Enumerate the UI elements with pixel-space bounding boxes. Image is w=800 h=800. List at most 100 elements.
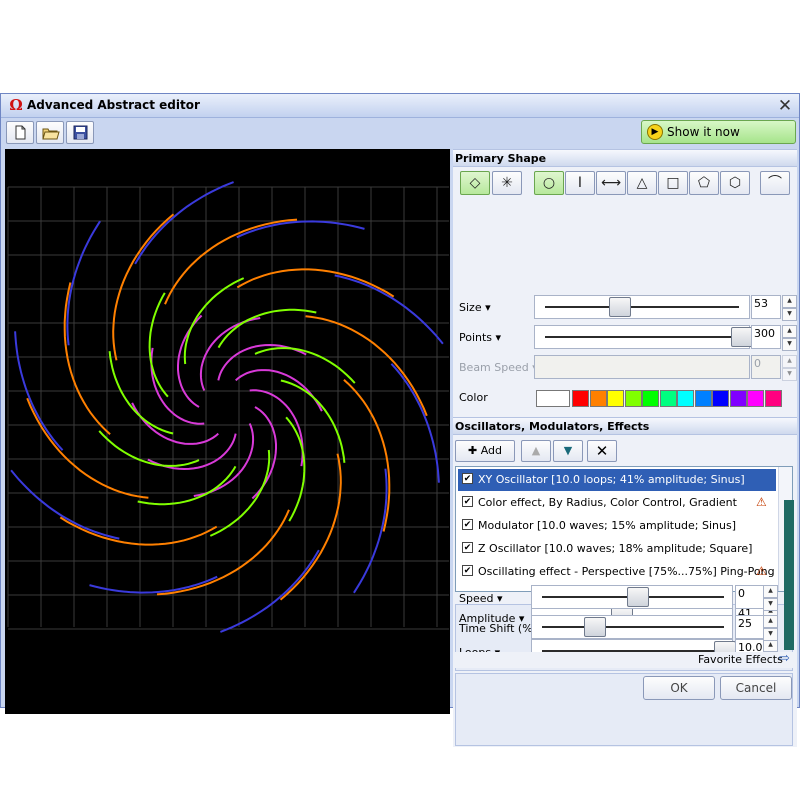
points-value-field[interactable]: 300 xyxy=(751,325,781,349)
points-label[interactable]: Points ▾ xyxy=(459,331,501,344)
effect-label: Z Oscillator [10.0 waves; 18% amplitude;… xyxy=(478,542,753,555)
time-shift-value-field[interactable]: 25 xyxy=(735,615,765,639)
new-button[interactable] xyxy=(6,121,34,144)
ok-button[interactable]: OK xyxy=(643,676,715,700)
effect-enabled-checkbox[interactable]: ✔ xyxy=(462,519,473,530)
favorite-effects-bar[interactable]: Favorite Effects ⇨ xyxy=(453,651,797,668)
pattern-arc xyxy=(112,213,175,361)
pattern-arc xyxy=(10,469,120,540)
size-slider-thumb[interactable] xyxy=(608,297,631,317)
pattern-arc xyxy=(156,509,290,596)
shape-pentagon-button[interactable]: ⬠ xyxy=(689,171,719,195)
shape-square-button[interactable]: □ xyxy=(658,171,688,195)
shape-vertical-line-button[interactable]: I xyxy=(565,171,595,195)
close-button[interactable]: ✕ xyxy=(775,96,795,116)
color-swatch[interactable] xyxy=(589,390,607,407)
add-effect-button[interactable]: ✚ Add xyxy=(455,440,515,462)
pattern-arc xyxy=(164,218,298,305)
show-it-now-label: Show it now xyxy=(667,125,740,139)
effect-enabled-checkbox[interactable]: ✔ xyxy=(462,565,473,576)
shape-triangle-button[interactable]: △ xyxy=(627,171,657,195)
effect-list-item[interactable]: ✔ XY Oscillator [10.0 loops; 41% amplitud… xyxy=(458,469,776,491)
shape-horizontal-line-button[interactable]: ⟷ xyxy=(596,171,626,195)
delete-effect-button[interactable]: ✕ xyxy=(587,440,617,462)
color-swatch[interactable] xyxy=(677,390,694,407)
speed-slider[interactable] xyxy=(531,585,733,609)
shape-hexagon-button[interactable]: ⬡ xyxy=(720,171,750,195)
outline-mode-button[interactable]: ◇ xyxy=(460,171,490,195)
preview-pattern xyxy=(10,181,444,633)
new-file-icon xyxy=(15,125,26,140)
size-slider[interactable] xyxy=(534,295,750,319)
save-button[interactable] xyxy=(66,121,94,144)
selected-color-swatch[interactable] xyxy=(536,390,570,407)
color-swatch[interactable] xyxy=(607,390,624,407)
color-swatch[interactable] xyxy=(764,390,782,407)
title-bar: Ω Advanced Abstract editor ✕ xyxy=(1,94,799,118)
params-scrollbar[interactable] xyxy=(784,500,794,650)
play-icon: ▶ xyxy=(647,124,663,140)
spin-up-icon: ▲ xyxy=(763,615,778,628)
speed-spinner[interactable]: ▲ ▼ xyxy=(763,585,778,611)
preview-canvas[interactable] xyxy=(5,149,450,714)
open-folder-icon xyxy=(42,128,60,140)
star-mode-button[interactable]: ✳ xyxy=(492,171,522,195)
open-button[interactable] xyxy=(36,121,64,144)
color-swatch[interactable] xyxy=(712,390,729,407)
speed-slider-thumb[interactable] xyxy=(627,587,649,607)
delete-icon: ✕ xyxy=(595,442,609,460)
spin-up-icon: ▲ xyxy=(763,585,778,598)
effect-label: Modulator [10.0 waves; 15% amplitude; Si… xyxy=(478,519,737,532)
effect-list-item[interactable]: ✔ Modulator [10.0 waves; 15% amplitude; S… xyxy=(458,515,776,537)
pattern-arc xyxy=(217,308,317,349)
pattern-arc xyxy=(26,397,149,499)
favorite-effects-icon[interactable]: ⇨ xyxy=(779,651,790,666)
effect-enabled-checkbox[interactable]: ✔ xyxy=(462,473,473,484)
color-swatch[interactable] xyxy=(624,390,642,407)
warning-icon: ⚠ xyxy=(756,564,767,578)
show-it-now-button[interactable]: ▶ Show it now xyxy=(641,120,796,144)
pattern-arc xyxy=(131,402,219,445)
effect-label: Color effect, By Radius, Color Control, … xyxy=(478,496,737,509)
color-swatch[interactable] xyxy=(694,390,712,407)
move-down-button[interactable]: ▼ xyxy=(553,440,583,462)
window-title: Advanced Abstract editor xyxy=(27,98,200,112)
speed-label[interactable]: Speed ▾ xyxy=(459,592,503,605)
effects-list[interactable]: ✔ XY Oscillator [10.0 loops; 41% amplitud… xyxy=(455,466,793,592)
time-shift-spinner[interactable]: ▲ ▼ xyxy=(763,615,778,641)
editor-window: Ω Advanced Abstract editor ✕ ▶ Show it n… xyxy=(0,93,800,747)
effect-list-item[interactable]: ✔ Color effect, By Radius, Color Control,… xyxy=(458,492,776,514)
size-label[interactable]: Size ▾ xyxy=(459,301,491,314)
effect-enabled-checkbox[interactable]: ✔ xyxy=(462,496,473,507)
primary-shape-header: Primary Shape xyxy=(453,149,797,167)
effect-list-item[interactable]: ✔ Oscillating effect - Perspective [75%..… xyxy=(458,561,776,583)
cancel-button[interactable]: Cancel xyxy=(720,676,792,700)
effect-enabled-checkbox[interactable]: ✔ xyxy=(462,542,473,553)
shape-circle-button[interactable]: ○ xyxy=(534,171,564,195)
effect-list-item[interactable]: ✔ Z Oscillator [10.0 waves; 18% amplitude… xyxy=(458,538,776,560)
move-up-button[interactable]: ▲ xyxy=(521,440,551,462)
color-swatch[interactable] xyxy=(729,390,747,407)
pattern-arc xyxy=(199,317,261,391)
pattern-arc xyxy=(134,181,234,265)
color-swatch[interactable] xyxy=(659,390,677,407)
points-slider-thumb[interactable] xyxy=(731,327,753,347)
pattern-arc xyxy=(89,575,218,594)
spin-down-icon: ▼ xyxy=(782,338,797,351)
size-value-field[interactable]: 53 xyxy=(751,295,781,319)
app-icon: Ω xyxy=(9,96,23,114)
size-spinner[interactable]: ▲ ▼ xyxy=(782,295,797,321)
points-spinner[interactable]: ▲ ▼ xyxy=(782,325,797,351)
points-slider[interactable] xyxy=(534,325,753,349)
color-swatch[interactable] xyxy=(642,390,659,407)
beam-speed-spinner: ▲ ▼ xyxy=(782,355,797,381)
time-shift-slider[interactable] xyxy=(531,615,733,639)
color-swatch[interactable] xyxy=(572,390,589,407)
shape-curve-button[interactable]: ⌒ xyxy=(760,171,790,195)
pattern-arc xyxy=(343,379,391,532)
favorite-effects-label[interactable]: Favorite Effects xyxy=(698,653,783,666)
pattern-arc xyxy=(285,416,306,522)
time-shift-slider-thumb[interactable] xyxy=(583,617,606,637)
color-swatch[interactable] xyxy=(747,390,764,407)
speed-value-field[interactable]: 0 xyxy=(735,585,765,609)
